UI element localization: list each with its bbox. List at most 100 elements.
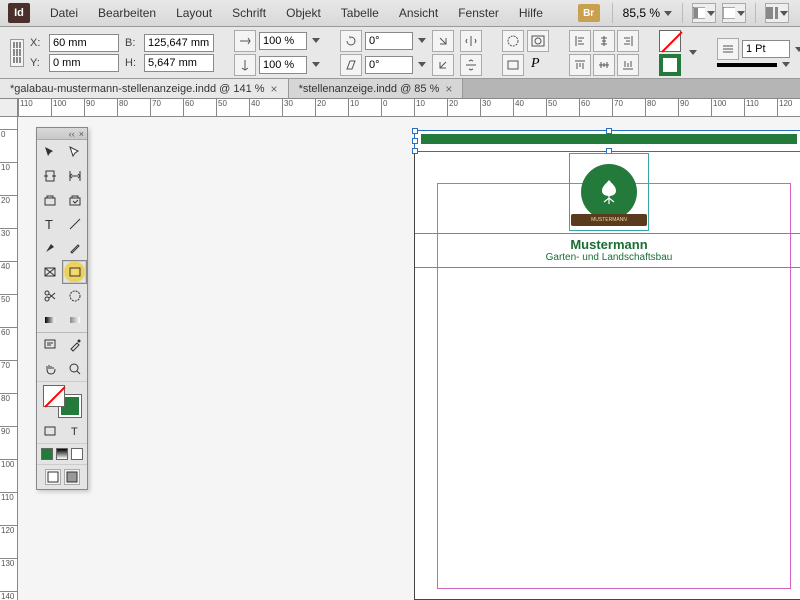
document-page[interactable]: MUSTERMANN Mustermann Garten- und Landsc… <box>414 130 800 600</box>
eyedropper-tool[interactable] <box>62 333 87 357</box>
content-placer-tool[interactable] <box>62 188 87 212</box>
ruler-origin[interactable] <box>0 99 18 117</box>
line-tool[interactable] <box>62 212 87 236</box>
select-content-icon[interactable] <box>502 54 524 76</box>
gap-tool[interactable] <box>62 164 87 188</box>
normal-view-icon[interactable] <box>45 469 61 485</box>
stroke-weight-input[interactable] <box>742 40 790 58</box>
flip-h-icon[interactable] <box>460 30 482 52</box>
formatting-text-icon[interactable]: T <box>62 419 87 443</box>
zoom-tool[interactable] <box>62 357 87 381</box>
align-center-icon[interactable] <box>593 30 615 52</box>
company-name: Mustermann <box>415 237 800 252</box>
pen-tool[interactable] <box>37 236 62 260</box>
menu-window[interactable]: Fenster <box>448 6 509 20</box>
stroke-style[interactable] <box>717 63 777 67</box>
menu-table[interactable]: Tabelle <box>331 6 389 20</box>
tab-document-1-label: *galabau-mustermann-stellenanzeige.indd … <box>10 83 265 95</box>
fill-stroke-group <box>659 30 681 76</box>
logo-ribbon: MUSTERMANN <box>571 214 647 226</box>
close-icon[interactable]: × <box>271 82 278 96</box>
tool-panel: ‹‹× T <box>36 127 88 490</box>
rotate-cw-icon[interactable] <box>432 30 454 52</box>
size-group: B: H: <box>125 34 214 72</box>
content-collector-tool[interactable] <box>37 188 62 212</box>
height-input[interactable] <box>144 54 214 72</box>
align-bottom-icon[interactable] <box>617 54 639 76</box>
rotate-icon <box>340 30 362 52</box>
align-left-icon[interactable] <box>569 30 591 52</box>
apply-color-icon[interactable] <box>41 448 53 460</box>
flip-v-icon[interactable] <box>460 54 482 76</box>
apply-none-icon[interactable] <box>71 448 83 460</box>
fill-swatch[interactable] <box>659 30 681 52</box>
collapse-icon: ‹‹ <box>69 129 75 139</box>
shear-input[interactable] <box>365 56 413 74</box>
stroke-swatch[interactable] <box>659 54 681 76</box>
apply-gradient-icon[interactable] <box>56 448 68 460</box>
scissors-tool[interactable] <box>37 284 62 308</box>
width-input[interactable] <box>144 34 214 52</box>
view-options-icon[interactable] <box>692 3 716 23</box>
close-icon[interactable]: × <box>445 82 452 96</box>
rectangle-tool[interactable] <box>62 260 87 284</box>
y-label: Y: <box>30 57 46 69</box>
select-container-icon[interactable] <box>502 30 524 52</box>
rotate-group <box>340 30 426 76</box>
formatting-container-icon[interactable] <box>37 419 62 443</box>
note-tool[interactable] <box>37 333 62 357</box>
y-input[interactable] <box>49 54 119 72</box>
rotate-ccw-icon[interactable] <box>432 54 454 76</box>
menu-layout[interactable]: Layout <box>166 6 222 20</box>
page-tool[interactable] <box>37 164 62 188</box>
color-mode-row <box>37 443 87 464</box>
align-top-icon[interactable] <box>569 54 591 76</box>
app-logo: Id <box>8 3 30 23</box>
selection-tool[interactable] <box>37 140 62 164</box>
rectangle-frame-tool[interactable] <box>37 260 62 284</box>
gradient-swatch-tool[interactable] <box>37 308 62 332</box>
fill-stroke-swatches[interactable] <box>37 381 87 419</box>
align-middle-icon[interactable] <box>593 54 615 76</box>
direct-selection-tool[interactable] <box>62 140 87 164</box>
rotate-input[interactable] <box>365 32 413 50</box>
gradient-feather-tool[interactable] <box>62 308 87 332</box>
ruler-horizontal[interactable]: 1101009080706050403020100102030405060708… <box>18 99 800 117</box>
zoom-level[interactable]: 85,5 % <box>619 6 676 20</box>
menu-help[interactable]: Hilfe <box>509 6 553 20</box>
company-text-frame[interactable]: Mustermann Garten- und Landschaftsbau <box>415 233 800 268</box>
scale-x-icon <box>234 30 256 52</box>
tab-document-1[interactable]: *galabau-mustermann-stellenanzeige.indd … <box>0 79 289 98</box>
reference-point[interactable] <box>10 39 24 67</box>
tool-panel-header[interactable]: ‹‹× <box>37 128 87 140</box>
paragraph-style-icon[interactable]: P <box>527 54 549 74</box>
menu-type[interactable]: Schrift <box>222 6 276 20</box>
screen-mode-icon[interactable] <box>722 3 746 23</box>
company-subtitle: Garten- und Landschaftsbau <box>415 252 800 263</box>
svg-text:T: T <box>71 426 78 438</box>
hand-tool[interactable] <box>37 357 62 381</box>
menu-edit[interactable]: Bearbeiten <box>88 6 166 20</box>
fit-content-icon[interactable] <box>527 30 549 52</box>
arrange-icon[interactable] <box>765 3 789 23</box>
position-group: X: Y: <box>30 34 119 72</box>
ruler-vertical[interactable]: 0102030405060708090100110120130140 <box>0 117 18 600</box>
scale-x-input[interactable] <box>259 32 307 50</box>
pencil-tool[interactable] <box>62 236 87 260</box>
align-right-icon[interactable] <box>617 30 639 52</box>
scale-y-input[interactable] <box>259 56 307 74</box>
logo-frame[interactable]: MUSTERMANN <box>569 153 649 231</box>
svg-text:T: T <box>45 217 53 231</box>
menu-file[interactable]: Datei <box>40 6 88 20</box>
free-transform-tool[interactable] <box>62 284 87 308</box>
tab-document-2[interactable]: *stellenanzeige.indd @ 85 % × <box>289 79 464 98</box>
x-input[interactable] <box>49 34 119 52</box>
bridge-icon[interactable]: Br <box>578 4 600 22</box>
preview-view-icon[interactable] <box>64 469 80 485</box>
document-tabs: *galabau-mustermann-stellenanzeige.indd … <box>0 79 800 99</box>
selection-frame[interactable] <box>414 130 800 152</box>
type-tool[interactable]: T <box>37 212 62 236</box>
workspace[interactable]: ‹‹× T <box>18 117 800 600</box>
menu-object[interactable]: Objekt <box>276 6 331 20</box>
menu-view[interactable]: Ansicht <box>389 6 448 20</box>
